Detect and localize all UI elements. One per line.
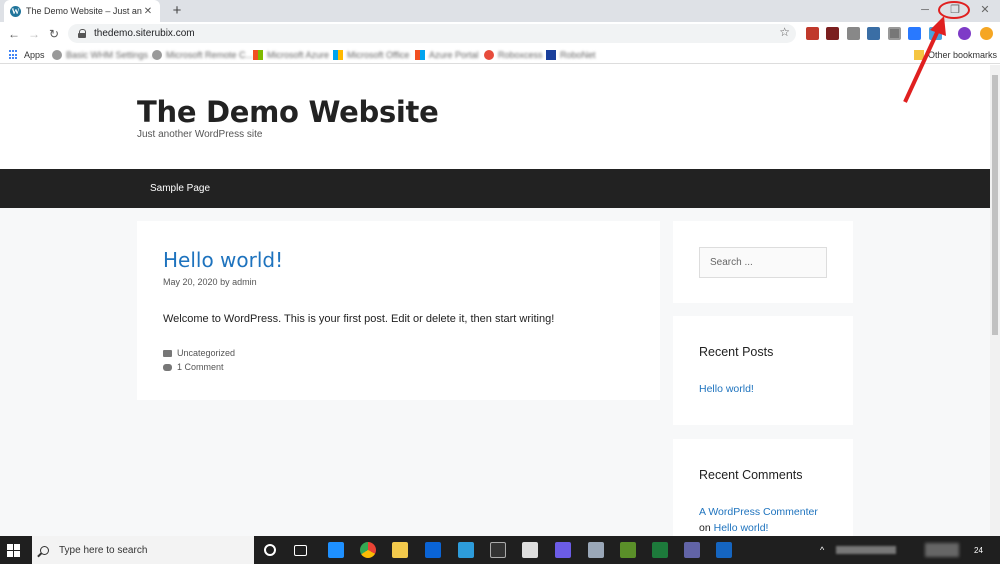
site-header: The Demo Website Just another WordPress …	[0, 65, 990, 169]
recent-comments-title: Recent Comments	[699, 468, 803, 482]
microsoft-logo-icon	[333, 50, 343, 60]
bookmark-favicon-icon	[546, 50, 556, 60]
post-meta: May 20, 2020 by admin	[163, 277, 257, 287]
apps-grid-icon	[9, 50, 19, 60]
excel-icon[interactable]	[652, 542, 668, 558]
windows-taskbar: Type here to search ^ 24	[0, 536, 1000, 564]
bookmark-item[interactable]: Azure Portal	[415, 48, 479, 62]
chrome-icon[interactable]	[360, 542, 376, 558]
cortana-icon[interactable]	[264, 544, 276, 556]
extension-icon[interactable]	[826, 27, 839, 40]
post-article: Hello world! May 20, 2020 by admin Welco…	[137, 221, 660, 400]
outlook-icon[interactable]	[425, 542, 441, 558]
store-icon[interactable]	[458, 542, 474, 558]
comment-on: on Hello world!	[699, 522, 769, 534]
bookmark-favicon-icon	[152, 50, 162, 60]
apps-label: Apps	[24, 50, 45, 60]
primary-nav: Sample Page	[0, 169, 990, 208]
lock-icon	[78, 29, 86, 38]
tab-strip: W The Demo Website – Just anothe ✕ + ─ ❐…	[0, 0, 1000, 22]
close-window-button[interactable]: ✕	[970, 0, 1000, 22]
windows-start-icon[interactable]	[7, 544, 20, 557]
post-title[interactable]: Hello world!	[163, 248, 283, 272]
remote-desktop-icon[interactable]	[716, 542, 732, 558]
terminal-icon[interactable]	[490, 542, 506, 558]
teams-icon[interactable]	[684, 542, 700, 558]
comment-icon	[163, 363, 172, 371]
post-body: Welcome to WordPress. This is your first…	[163, 313, 555, 325]
nav-link-sample-page[interactable]: Sample Page	[150, 183, 210, 194]
menu-icon[interactable]	[980, 27, 993, 40]
recent-comments-widget: Recent Comments A WordPress Commenter on…	[673, 439, 853, 536]
back-arrow-icon[interactable]: ←	[4, 27, 24, 41]
site-tagline: Just another WordPress site	[137, 129, 263, 140]
comment-post-link[interactable]: Hello world!	[714, 522, 769, 534]
category-link[interactable]: Uncategorized	[177, 348, 235, 358]
recent-posts-title: Recent Posts	[699, 345, 774, 359]
chevron-up-icon[interactable]: ^	[820, 545, 824, 555]
bookmark-favicon-icon	[52, 50, 62, 60]
post-comments: 1 Comment	[163, 362, 224, 372]
bookmark-item[interactable]: Microsoft Remote C...	[152, 48, 253, 62]
tray-icons[interactable]	[836, 546, 896, 554]
bookmark-star-icon[interactable]: ☆	[779, 25, 790, 39]
calculator-icon[interactable]	[522, 542, 538, 558]
annotation-arrow-icon	[903, 16, 946, 103]
scrollbar-thumb[interactable]	[992, 75, 998, 335]
recent-post-link[interactable]: Hello world!	[699, 383, 754, 395]
app-icon[interactable]	[555, 542, 571, 558]
ie-icon[interactable]	[328, 542, 344, 558]
bookmark-item[interactable]: RoboNet	[546, 48, 596, 62]
comments-link[interactable]: 1 Comment	[177, 362, 224, 372]
search-input[interactable]: Search ...	[699, 247, 827, 278]
microsoft-logo-icon	[415, 50, 425, 60]
notifications-badge[interactable]: 24	[974, 546, 983, 555]
tab-title: The Demo Website – Just anothe	[26, 6, 142, 16]
task-view-icon[interactable]	[294, 545, 307, 556]
reload-icon[interactable]: ↻	[44, 27, 64, 41]
extension-icon[interactable]	[806, 27, 819, 40]
bookmark-item[interactable]: Basic WHM Settings ...	[52, 48, 158, 62]
screen: W The Demo Website – Just anothe ✕ + ─ ❐…	[0, 0, 1000, 564]
browser-tab[interactable]: W The Demo Website – Just anothe ✕	[4, 0, 160, 22]
site-title[interactable]: The Demo Website	[137, 95, 439, 129]
bookmark-item[interactable]: Microsoft Office	[333, 48, 409, 62]
clock[interactable]	[925, 543, 959, 557]
bookmarks-bar: Apps Basic WHM Settings ... Microsoft Re…	[0, 45, 1000, 64]
url-text: thedemo.siterubix.com	[94, 28, 195, 39]
comment-author-link[interactable]: A WordPress Commenter	[699, 506, 818, 518]
post-by: by	[220, 277, 230, 287]
page-scrollbar[interactable]	[990, 65, 1000, 536]
post-date[interactable]: May 20, 2020	[163, 277, 218, 287]
forward-arrow-icon[interactable]: →	[24, 27, 44, 41]
address-bar[interactable]: thedemo.siterubix.com ☆	[68, 24, 796, 43]
taskbar-search[interactable]: Type here to search	[32, 536, 254, 564]
folder-icon	[163, 349, 172, 357]
profile-avatar[interactable]	[958, 27, 971, 40]
bookmark-item[interactable]: Roboxcess	[484, 48, 543, 62]
tab-close-icon[interactable]: ✕	[142, 6, 154, 17]
extension-icon[interactable]	[867, 27, 880, 40]
file-explorer-icon[interactable]	[392, 542, 408, 558]
post-category: Uncategorized	[163, 348, 235, 358]
bookmark-favicon-icon	[484, 50, 494, 60]
extension-icon[interactable]	[847, 27, 860, 40]
recent-posts-widget: Recent Posts Hello world!	[673, 316, 853, 425]
web-page: The Demo Website Just another WordPress …	[0, 65, 990, 536]
post-author[interactable]: admin	[232, 277, 257, 287]
search-widget: Search ...	[673, 221, 853, 303]
new-tab-button[interactable]: +	[168, 2, 186, 20]
microsoft-logo-icon	[253, 50, 263, 60]
app-icon[interactable]	[588, 542, 604, 558]
app-icon[interactable]	[620, 542, 636, 558]
bookmark-item[interactable]: Microsoft Azure	[253, 48, 329, 62]
search-icon	[40, 545, 49, 555]
apps-bookmark[interactable]: Apps	[9, 48, 45, 62]
wordpress-favicon-icon: W	[10, 5, 21, 17]
